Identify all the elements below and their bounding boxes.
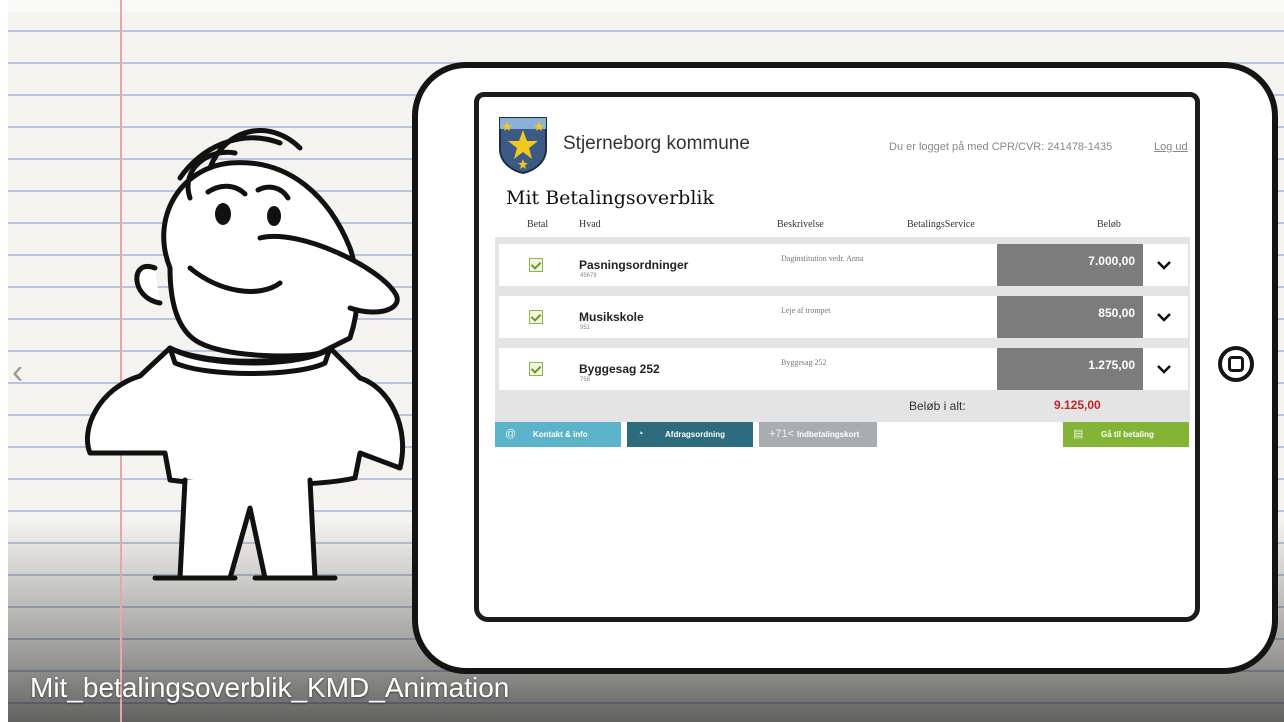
item-name: Pasningsordninger (579, 258, 689, 272)
contact-info-label: Kontakt & info (533, 430, 588, 439)
pie-chart-icon: ◔ (637, 428, 644, 440)
table-row: Byggesag 252 758 Byggesag 252 1.275,00 (499, 348, 1188, 390)
column-header-description: Beskrivelse (777, 219, 824, 230)
municipality-name: Stjerneborg kommune (563, 133, 750, 154)
cartoon-man-illustration (84, 128, 406, 581)
column-header-service: BetalingsService (907, 219, 975, 230)
paper-top-edge (0, 0, 1284, 12)
item-number: 758 (580, 377, 591, 383)
item-description: Byggesag 252 (781, 358, 827, 367)
paper-left-edge (0, 0, 8, 722)
table-row: Musikskole 951 Leje af trompet 850,00 (499, 296, 1188, 338)
amount-cell: 850,00 (997, 296, 1143, 338)
paycard-icon: +71< (769, 428, 795, 440)
item-description: Daginstitution vedr. Anna (781, 254, 864, 263)
go-to-payment-label: Gå til betaling (1101, 430, 1154, 439)
column-header-what: Hvad (579, 219, 601, 230)
total-amount: 9.125,00 (1054, 398, 1101, 412)
page-title: Mit Betalingsoverblik (506, 187, 715, 209)
item-name: Byggesag 252 (579, 362, 660, 376)
item-number: 951 (580, 325, 591, 331)
paycard-button[interactable]: +71< Indbetalingskort (759, 422, 877, 447)
installment-button[interactable]: ◔ Afdragsordning (627, 422, 753, 447)
pay-checkbox[interactable] (529, 258, 543, 272)
item-description: Leje af trompet (781, 306, 831, 315)
previous-arrow-icon[interactable]: ‹ (12, 352, 38, 392)
at-icon: @ (505, 428, 517, 440)
column-header-amount: Beløb (1097, 219, 1121, 230)
go-to-payment-button[interactable]: ▤ Gå til betaling (1063, 422, 1189, 447)
payment-list: Pasningsordninger 45678 Daginstitution v… (495, 237, 1190, 422)
chevron-down-icon[interactable] (1153, 256, 1175, 274)
chevron-down-icon[interactable] (1153, 308, 1175, 326)
tablet-screen: Stjerneborg kommune Du er logget på med … (474, 92, 1200, 622)
payment-icon: ▤ (1073, 428, 1084, 440)
item-number: 45678 (580, 273, 597, 279)
item-amount: 850,00 (1098, 306, 1135, 320)
total-label: Beløb i alt: (909, 399, 966, 413)
video-title: Mit_betalingsoverblik_KMD_Animation (30, 672, 510, 703)
chevron-down-icon[interactable] (1153, 360, 1175, 378)
installment-label: Afdragsordning (665, 430, 725, 439)
item-name: Musikskole (579, 310, 644, 324)
pay-checkbox[interactable] (529, 310, 543, 324)
paycard-label: Indbetalingskort (797, 430, 860, 439)
tablet-home-button[interactable] (1218, 346, 1254, 382)
column-header-pay: Betal (527, 219, 549, 230)
item-amount: 1.275,00 (1088, 358, 1135, 372)
pay-checkbox[interactable] (529, 362, 543, 376)
amount-cell: 7.000,00 (997, 244, 1143, 286)
amount-cell: 1.275,00 (997, 348, 1143, 390)
contact-info-button[interactable]: @ Kontakt & info (495, 422, 621, 447)
table-row: Pasningsordninger 45678 Daginstitution v… (499, 244, 1188, 286)
municipality-shield-logo (499, 117, 547, 175)
logout-link[interactable]: Log ud (1154, 141, 1188, 153)
login-info: Du er logget på med CPR/CVR: 241478-1435 (889, 141, 1113, 153)
item-amount: 7.000,00 (1088, 254, 1135, 268)
